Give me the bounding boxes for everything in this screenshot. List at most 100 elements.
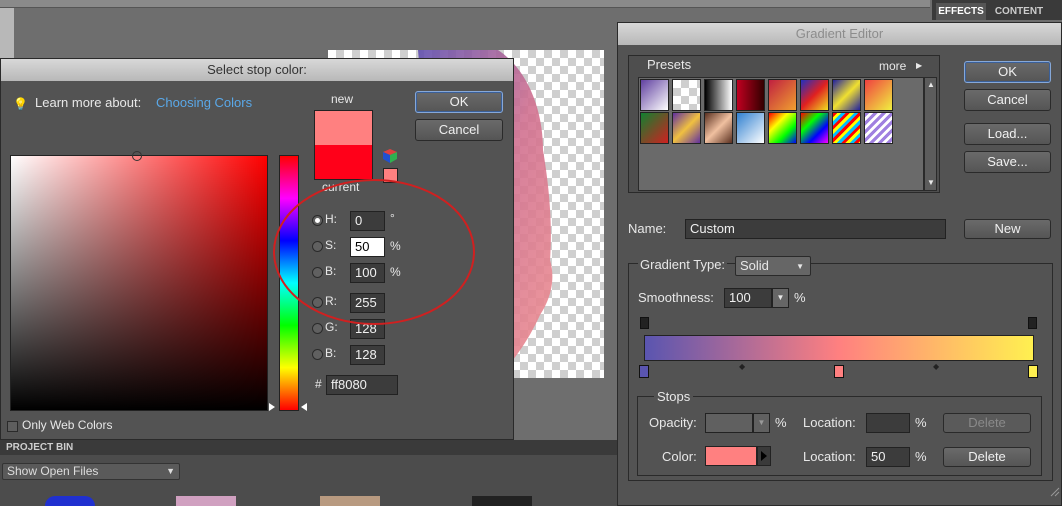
midpoint-diamond-2[interactable]: ◆ xyxy=(933,362,939,371)
lightbulb-icon: 💡 xyxy=(13,97,28,111)
scroll-up-icon[interactable]: ▲ xyxy=(927,80,935,89)
tab-content[interactable]: CONTENT xyxy=(988,3,1050,20)
preset-11[interactable] xyxy=(704,112,733,144)
blue-input[interactable]: 128 xyxy=(350,345,385,365)
project-bin-label: PROJECT BIN xyxy=(0,440,620,455)
resize-grip-icon[interactable] xyxy=(1048,485,1060,497)
opacity-location-input[interactable] xyxy=(866,413,910,433)
tab-effects[interactable]: EFFECTS xyxy=(936,3,986,20)
opacity-delete-button[interactable]: Delete xyxy=(943,413,1031,433)
only-web-colors-checkbox[interactable] xyxy=(7,421,18,432)
midpoint-diamond-1[interactable]: ◆ xyxy=(739,362,745,371)
ok-button[interactable]: OK xyxy=(415,91,503,113)
only-web-colors-label: Only Web Colors xyxy=(22,418,113,432)
thumbnail-2[interactable] xyxy=(176,496,236,506)
gradient-type-dropdown[interactable]: Solid ▼ xyxy=(735,256,811,276)
smoothness-dropdown-chevron-icon[interactable]: ▼ xyxy=(772,288,789,308)
opacity-location-unit: % xyxy=(915,415,927,430)
hue-slider-left-arrow[interactable] xyxy=(269,403,275,411)
thumbnail-3[interactable] xyxy=(320,496,380,506)
preset-14[interactable] xyxy=(800,112,829,144)
preset-2[interactable] xyxy=(672,79,701,111)
presets-label: Presets xyxy=(647,57,692,72)
preset-15[interactable] xyxy=(832,112,861,144)
preset-5[interactable] xyxy=(768,79,797,111)
color-preview xyxy=(314,110,373,180)
more-label[interactable]: more xyxy=(879,59,906,73)
smoothness-unit: % xyxy=(794,290,806,305)
opacity-stop-left[interactable] xyxy=(640,317,649,329)
preset-1[interactable] xyxy=(640,79,669,111)
hex-input[interactable]: ff8080 xyxy=(326,375,398,395)
chevron-right-icon[interactable]: ▶ xyxy=(916,61,922,70)
presets-grid xyxy=(638,77,924,191)
thumbnail-4[interactable] xyxy=(472,496,532,506)
opacity-dropdown-chevron-icon[interactable]: ▼ xyxy=(753,413,770,433)
preset-9[interactable] xyxy=(640,112,669,144)
preset-10[interactable] xyxy=(672,112,701,144)
load-button[interactable]: Load... xyxy=(964,123,1051,145)
name-input[interactable]: Custom xyxy=(685,219,946,239)
color-location-input[interactable]: 50 xyxy=(866,447,910,467)
gradient-ok-button[interactable]: OK xyxy=(964,61,1051,83)
blue-label: B: xyxy=(325,346,337,360)
gradient-editor-title: Gradient Editor xyxy=(618,23,1061,45)
preset-13[interactable] xyxy=(768,112,797,144)
annotation-ellipse xyxy=(273,179,475,325)
stops-label: Stops xyxy=(654,389,694,404)
radio-blue[interactable] xyxy=(312,349,323,360)
effects-panel-header: EFFECTS CONTENT xyxy=(932,0,1062,20)
ruler-left xyxy=(0,8,14,60)
preset-12[interactable] xyxy=(736,112,765,144)
chevron-down-icon: ▼ xyxy=(796,262,804,271)
preset-6[interactable] xyxy=(800,79,829,111)
ruler-top xyxy=(0,0,930,8)
color-field[interactable] xyxy=(10,151,268,411)
dialog-title: Select stop color: xyxy=(1,59,513,81)
save-button[interactable]: Save... xyxy=(964,151,1051,173)
gradient-cancel-button[interactable]: Cancel xyxy=(964,89,1051,111)
preset-3[interactable] xyxy=(704,79,733,111)
new-button[interactable]: New xyxy=(964,219,1051,239)
gradient-type-value: Solid xyxy=(740,258,769,273)
project-bin-dropdown[interactable]: Show Open Files ▼ xyxy=(2,463,180,480)
new-label: new xyxy=(331,92,354,106)
color-stop-right[interactable] xyxy=(1028,365,1038,378)
color-picker-marker[interactable] xyxy=(132,151,142,161)
opacity-label: Opacity: xyxy=(649,415,697,430)
opacity-input[interactable] xyxy=(705,413,753,433)
gradient-type-label: Gradient Type: xyxy=(638,257,728,272)
presets-scrollbar[interactable]: ▲ ▼ xyxy=(924,77,937,191)
gradient-editor-dialog: Gradient Editor Presets more ▶ ▲ ▼ OK Ca… xyxy=(617,22,1062,506)
project-bin-dropdown-value: Show Open Files xyxy=(7,464,99,478)
current-color-swatch[interactable] xyxy=(315,145,372,179)
preset-7[interactable] xyxy=(832,79,861,111)
color-stop-mid[interactable] xyxy=(834,365,844,378)
color-stop-left[interactable] xyxy=(639,365,649,378)
preset-4[interactable] xyxy=(736,79,765,111)
hue-slider-right-arrow[interactable] xyxy=(301,403,307,411)
learn-more-label: Learn more about: xyxy=(35,95,142,110)
color-menu-arrow-icon[interactable] xyxy=(757,446,771,466)
stop-color-swatch[interactable] xyxy=(705,446,757,466)
thumbnail-1[interactable] xyxy=(45,496,95,506)
chevron-down-icon: ▼ xyxy=(166,466,175,476)
preset-8[interactable] xyxy=(864,79,893,111)
select-stop-color-dialog: Select stop color: 💡 Learn more about: C… xyxy=(0,58,514,440)
opacity-stop-right[interactable] xyxy=(1028,317,1037,329)
opacity-location-label: Location: xyxy=(803,415,856,430)
smoothness-label: Smoothness: xyxy=(638,290,714,305)
cancel-button[interactable]: Cancel xyxy=(415,119,503,141)
hex-label: # xyxy=(315,377,322,391)
project-bin: PROJECT BIN Show Open Files ▼ xyxy=(0,440,620,506)
cube-icon[interactable] xyxy=(383,149,398,163)
name-label: Name: xyxy=(628,221,667,236)
presets-panel: Presets more ▶ ▲ ▼ xyxy=(628,55,940,193)
choosing-colors-link[interactable]: Choosing Colors xyxy=(156,95,252,110)
preset-16[interactable] xyxy=(864,112,893,144)
gradient-bar[interactable] xyxy=(644,335,1034,361)
color-delete-button[interactable]: Delete xyxy=(943,447,1031,467)
color-location-label: Location: xyxy=(803,449,856,464)
smoothness-input[interactable]: 100 xyxy=(724,288,772,308)
scroll-down-icon[interactable]: ▼ xyxy=(927,178,935,187)
